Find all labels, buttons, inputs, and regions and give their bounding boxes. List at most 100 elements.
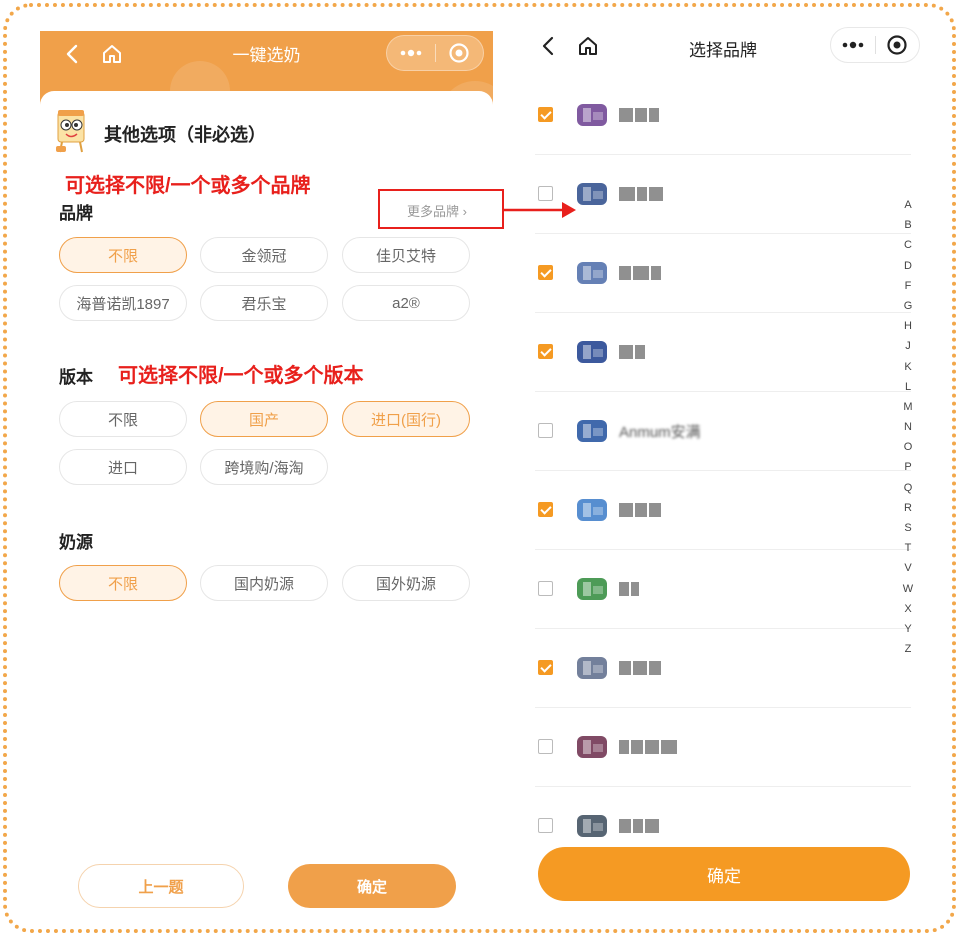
more-menu-button[interactable] xyxy=(387,36,435,70)
blurred-glyph xyxy=(619,345,633,359)
index-letter[interactable]: P xyxy=(900,457,916,477)
target-icon xyxy=(887,35,907,55)
index-letter[interactable]: Q xyxy=(900,478,916,498)
blurred-glyph xyxy=(619,266,631,280)
index-letter[interactable]: S xyxy=(900,518,916,538)
version-option[interactable]: 进口 xyxy=(59,449,187,485)
version-option[interactable]: 国产 xyxy=(200,401,328,437)
chip-label: 海普诺凯1897 xyxy=(76,295,170,313)
brand-checkbox[interactable] xyxy=(538,186,553,201)
chip-label: 金领冠 xyxy=(241,247,287,265)
brand-name: Anmum安满 xyxy=(619,423,701,441)
chip-label: a2® xyxy=(392,294,420,312)
brand-list-item[interactable] xyxy=(535,234,911,313)
blurred-glyph xyxy=(649,108,659,122)
index-letter[interactable]: D xyxy=(900,256,916,276)
brand-option[interactable]: 君乐宝 xyxy=(200,285,328,321)
brand-list-item[interactable] xyxy=(535,76,911,155)
brand-name-blurred xyxy=(619,185,663,203)
index-letter[interactable]: H xyxy=(900,316,916,336)
source-option[interactable]: 不限 xyxy=(59,565,187,601)
index-letter[interactable]: G xyxy=(900,296,916,316)
brand-name-blurred xyxy=(619,264,661,282)
brand-option[interactable]: a2® xyxy=(342,285,470,321)
index-letter[interactable]: L xyxy=(900,377,916,397)
blurred-glyph xyxy=(635,345,645,359)
blurred-glyph xyxy=(619,108,633,122)
index-letter[interactable]: M xyxy=(900,397,916,417)
brand-list-item[interactable] xyxy=(535,471,911,550)
index-letter[interactable]: V xyxy=(900,558,916,578)
index-letter[interactable]: R xyxy=(900,498,916,518)
index-letter[interactable]: T xyxy=(900,538,916,558)
blurred-glyph xyxy=(619,661,631,675)
source-option[interactable]: 国内奶源 xyxy=(200,565,328,601)
confirm-button[interactable]: 确定 xyxy=(288,864,456,908)
version-option[interactable]: 跨境购/海淘 xyxy=(200,449,328,485)
blurred-glyph xyxy=(649,503,661,517)
brand-list-item[interactable] xyxy=(535,787,911,837)
index-letter[interactable]: Y xyxy=(900,619,916,639)
blurred-glyph xyxy=(633,819,643,833)
brand-option[interactable]: 佳贝艾特 xyxy=(342,237,470,273)
brand-name-blurred xyxy=(619,738,677,756)
brand-name-blurred xyxy=(619,501,661,519)
brand-checkbox[interactable] xyxy=(538,265,553,280)
brand-checkbox[interactable] xyxy=(538,502,553,517)
alphabet-index: ABCDFGHJKLMNOPQRSTVWXYZ xyxy=(900,195,916,659)
brand-checkbox[interactable] xyxy=(538,660,553,675)
blurred-glyph xyxy=(637,187,647,201)
brand-option[interactable]: 不限 xyxy=(59,237,187,273)
brand-logo-icon xyxy=(577,262,607,284)
brand-option[interactable]: 海普诺凯1897 xyxy=(59,285,187,321)
blurred-glyph xyxy=(633,661,647,675)
brand-list-item[interactable] xyxy=(535,155,911,234)
prev-question-button[interactable]: 上一题 xyxy=(78,864,244,908)
index-letter[interactable]: W xyxy=(900,579,916,599)
brand-name-blurred: Anmum安满 xyxy=(619,422,701,441)
brand-checkbox[interactable] xyxy=(538,818,553,833)
annotation-box xyxy=(378,189,504,229)
left-screen: 一键选奶 其他选项（非必选） 可选择不限/一个或多个品牌 品牌 更多品牌 › 不 xyxy=(40,31,493,920)
version-option[interactable]: 进口(国行) xyxy=(342,401,470,437)
chip-label: 不限 xyxy=(107,247,138,265)
brand-list-item[interactable]: Anmum安满 xyxy=(535,392,911,471)
index-letter[interactable]: Z xyxy=(900,639,916,659)
brand-checkbox[interactable] xyxy=(538,581,553,596)
index-letter[interactable]: B xyxy=(900,215,916,235)
source-option[interactable]: 国外奶源 xyxy=(342,565,470,601)
index-letter[interactable]: K xyxy=(900,357,916,377)
index-letter[interactable]: A xyxy=(900,195,916,215)
brand-checkbox[interactable] xyxy=(538,344,553,359)
version-annotation: 可选择不限/一个或多个版本 xyxy=(118,365,364,387)
brand-annotation: 可选择不限/一个或多个品牌 xyxy=(65,175,311,197)
chip-label: 进口 xyxy=(107,459,138,477)
brand-list-item[interactable] xyxy=(535,550,911,629)
brand-checkbox[interactable] xyxy=(538,107,553,122)
brand-checkbox[interactable] xyxy=(538,423,553,438)
index-letter[interactable]: J xyxy=(900,336,916,356)
brand-logo-icon xyxy=(577,104,607,126)
confirm-brands-button[interactable]: 确定 xyxy=(538,847,910,901)
brand-list-item[interactable] xyxy=(535,313,911,392)
more-dots-icon xyxy=(400,49,422,57)
blurred-glyph xyxy=(619,740,629,754)
index-letter[interactable]: N xyxy=(900,417,916,437)
index-letter[interactable]: F xyxy=(900,276,916,296)
index-letter[interactable]: O xyxy=(900,437,916,457)
close-program-button[interactable] xyxy=(436,36,484,70)
blurred-glyph xyxy=(619,187,635,201)
index-letter[interactable]: C xyxy=(900,235,916,255)
blurred-glyph xyxy=(633,266,649,280)
brand-list-item[interactable] xyxy=(535,629,911,708)
close-program-button[interactable] xyxy=(876,28,920,62)
brand-option[interactable]: 金领冠 xyxy=(200,237,328,273)
brand-list-item[interactable] xyxy=(535,708,911,787)
chip-label: 佳贝艾特 xyxy=(375,247,436,265)
more-menu-button[interactable] xyxy=(831,28,875,62)
blurred-glyph xyxy=(635,503,647,517)
index-letter[interactable]: X xyxy=(900,599,916,619)
brand-checkbox[interactable] xyxy=(538,739,553,754)
version-option[interactable]: 不限 xyxy=(59,401,187,437)
blurred-glyph xyxy=(645,819,659,833)
